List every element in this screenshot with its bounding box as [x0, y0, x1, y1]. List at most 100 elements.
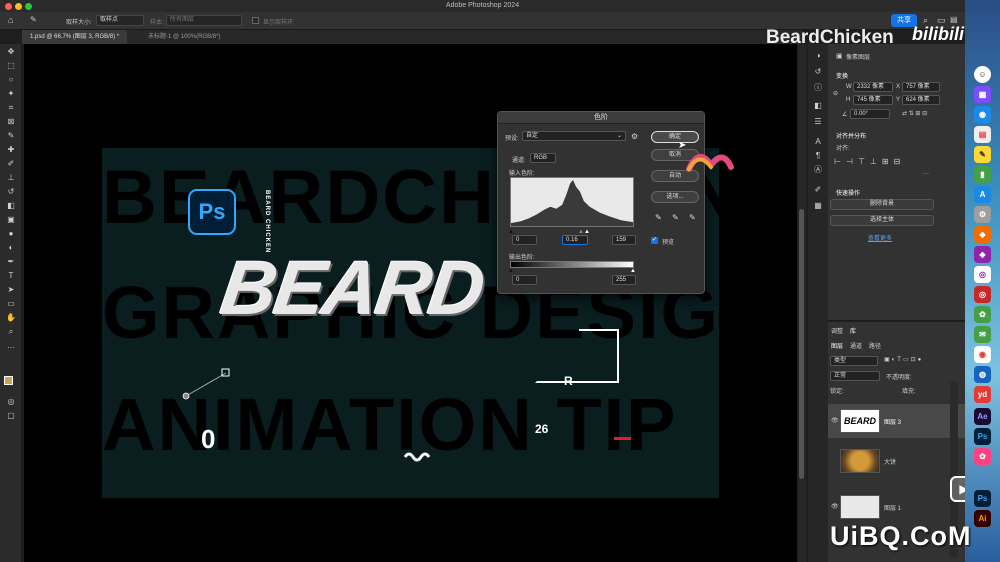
frame-tool-icon[interactable]: ⊠ — [4, 116, 18, 128]
transform-handle[interactable] — [180, 365, 240, 405]
healing-tool-icon[interactable]: ✚ — [4, 144, 18, 156]
tab-untitled-1[interactable]: 未标题-1 @ 100%(RGB/8*) — [140, 30, 228, 44]
more-options-icon[interactable]: ··· — [923, 171, 929, 177]
sample-select[interactable]: 所有图层 — [166, 15, 242, 26]
launchpad-dock-icon[interactable]: ▦ — [974, 86, 991, 103]
y-field[interactable]: 624 像素 — [902, 95, 940, 105]
hand-tool-icon[interactable]: ✋ — [4, 312, 18, 324]
close-window-button[interactable] — [5, 3, 12, 10]
blur-tool-icon[interactable]: ● — [4, 228, 18, 240]
tab-paths[interactable]: 路径 — [869, 341, 881, 350]
calendar-dock-icon[interactable]: ▤ — [974, 126, 991, 143]
photoshop-dock-icon[interactable]: Ps — [974, 428, 991, 445]
beard-3d-text[interactable]: BEARD — [216, 245, 488, 332]
move-tool-icon[interactable]: ✥ — [4, 46, 18, 58]
visibility-eye-icon[interactable]: 👁 — [831, 417, 839, 424]
info-panel-icon[interactable]: ⓘ — [811, 82, 825, 94]
app6-dock-icon[interactable]: ◍ — [974, 366, 991, 383]
canvas-scrollbar[interactable] — [798, 44, 806, 562]
chrome-dock-icon[interactable]: ◉ — [974, 346, 991, 363]
angle-field[interactable]: 0.00° — [850, 109, 890, 119]
home-icon[interactable]: ⌂ — [8, 15, 18, 25]
tab-channels[interactable]: 通道 — [850, 341, 862, 350]
glyphs-panel-icon[interactable]: Ⓐ — [811, 164, 825, 176]
height-field[interactable]: 745 像素 — [853, 95, 893, 105]
youdao-dock-icon[interactable]: yd — [974, 386, 991, 403]
channel-select[interactable]: RGB — [530, 153, 556, 163]
input-black-field[interactable]: 0 — [512, 235, 537, 245]
wechat-dock-icon[interactable]: ✉ — [974, 326, 991, 343]
tab-layers[interactable]: 图层 — [831, 341, 843, 350]
layer-row[interactable]: 大饼 — [828, 444, 965, 478]
screen-mode-icon[interactable]: ▢ — [4, 410, 18, 422]
dodge-tool-icon[interactable]: ◐ — [4, 242, 18, 254]
sliders-panel-icon[interactable]: ☰ — [811, 116, 825, 128]
output-white-slider[interactable]: ▲ — [630, 268, 636, 274]
after-effects-dock-icon[interactable]: Ae — [974, 408, 991, 425]
app5-dock-icon[interactable]: ✿ — [974, 306, 991, 323]
flip-icons[interactable]: ⇄ ⇅ ⊞ ⊟ — [902, 110, 927, 117]
shape-tool-icon[interactable]: ▭ — [4, 298, 18, 310]
brushes-panel-icon[interactable]: ✐ — [811, 184, 825, 196]
tab-document-1[interactable]: 1.psd @ 66.7% (图层 3, RGB/8) * — [22, 30, 128, 44]
tab-adjustments[interactable]: 调整 — [831, 326, 843, 335]
illustrator-dock-icon[interactable]: Ai — [974, 510, 991, 527]
pen-tool-icon[interactable]: ✒ — [4, 256, 18, 268]
blend-mode-select[interactable]: 正常 — [830, 371, 880, 381]
zoom-tool-icon[interactable]: ⌕ — [4, 326, 18, 338]
options-button[interactable]: 选项... — [651, 191, 699, 203]
show-ring-checkbox[interactable] — [252, 17, 259, 24]
quick-mask-icon[interactable]: ◎ — [4, 396, 18, 408]
type-tool-icon[interactable]: T — [4, 270, 18, 282]
output-black-field[interactable]: 0 — [512, 275, 537, 285]
brush-tool-icon[interactable]: ✐ — [4, 158, 18, 170]
history-panel-icon[interactable]: ↺ — [811, 66, 825, 78]
visibility-eye-icon[interactable]: 👁 — [831, 503, 839, 510]
preview-checkbox[interactable]: ✓ — [651, 237, 658, 244]
settings-dock-icon[interactable]: ⚙ — [974, 206, 991, 223]
kind-filter-select[interactable]: 类型 — [830, 356, 878, 366]
foreground-color-swatch[interactable] — [4, 376, 13, 385]
black-point-eyedropper-icon[interactable]: ✎ — [655, 213, 662, 222]
eraser-tool-icon[interactable]: ◧ — [4, 200, 18, 212]
appstore-dock-icon[interactable]: A — [974, 186, 991, 203]
filter-icons[interactable]: ▣◐T▭⊡● — [884, 356, 923, 363]
lasso-tool-icon[interactable]: ○ — [4, 74, 18, 86]
numbers-dock-icon[interactable]: ▮ — [974, 166, 991, 183]
stamp-tool-icon[interactable]: ⊥ — [4, 172, 18, 184]
width-field[interactable]: 2332 像素 — [853, 82, 893, 92]
input-white-field[interactable]: 159 — [612, 235, 636, 245]
layer-row[interactable]: 👁 BEARD 图层 3 — [828, 404, 965, 438]
x-field[interactable]: 757 像素 — [902, 82, 940, 92]
ok-button[interactable]: 确定 — [651, 131, 699, 143]
link-icon[interactable]: ⊖ — [833, 90, 838, 97]
select-subject-button[interactable]: 选择主体 — [830, 215, 934, 226]
learn-more-link[interactable]: 查看更多 — [868, 233, 892, 242]
app2-dock-icon[interactable]: ◈ — [974, 246, 991, 263]
remove-background-button[interactable]: 删除背景 — [830, 199, 934, 210]
character-panel-icon[interactable]: A — [811, 136, 825, 148]
adjustments-panel-icon[interactable]: ◧ — [811, 100, 825, 112]
preset-select[interactable]: 自定 ⌄ — [522, 131, 626, 141]
align-buttons-icons[interactable]: ⊢⊣⊤⊥⊞⊟ — [834, 157, 905, 166]
output-white-field[interactable]: 255 — [612, 275, 636, 285]
gradient-tool-icon[interactable]: ▣ — [4, 214, 18, 226]
swatches-panel-icon[interactable]: ▦ — [811, 200, 825, 212]
input-gamma-field[interactable]: 0.16 — [562, 235, 588, 245]
gear-icon[interactable]: ⚙ — [631, 132, 638, 141]
app4-dock-icon[interactable]: ◎ — [974, 286, 991, 303]
layer-row[interactable]: 👁 图层 1 — [828, 490, 965, 524]
path-select-tool-icon[interactable]: ➤ — [4, 284, 18, 296]
finder-dock-icon[interactable]: ☺ — [974, 66, 991, 83]
panels-icon[interactable]: ▤ — [950, 15, 958, 24]
app7-dock-icon[interactable]: ✿ — [974, 448, 991, 465]
white-point-eyedropper-icon[interactable]: ✎ — [689, 213, 696, 222]
zoom-window-button[interactable] — [25, 3, 32, 10]
history-brush-icon[interactable]: ↺ — [4, 186, 18, 198]
eyedropper-icon[interactable]: ✎ — [30, 15, 42, 25]
output-black-slider[interactable]: ▲ — [508, 268, 514, 274]
photoshop2-dock-icon[interactable]: Ps — [974, 490, 991, 507]
sample-size-select[interactable]: 取样点 — [96, 15, 144, 26]
paragraph-panel-icon[interactable]: ¶ — [811, 150, 825, 162]
color-panel-icon[interactable]: ◑ — [811, 50, 825, 62]
